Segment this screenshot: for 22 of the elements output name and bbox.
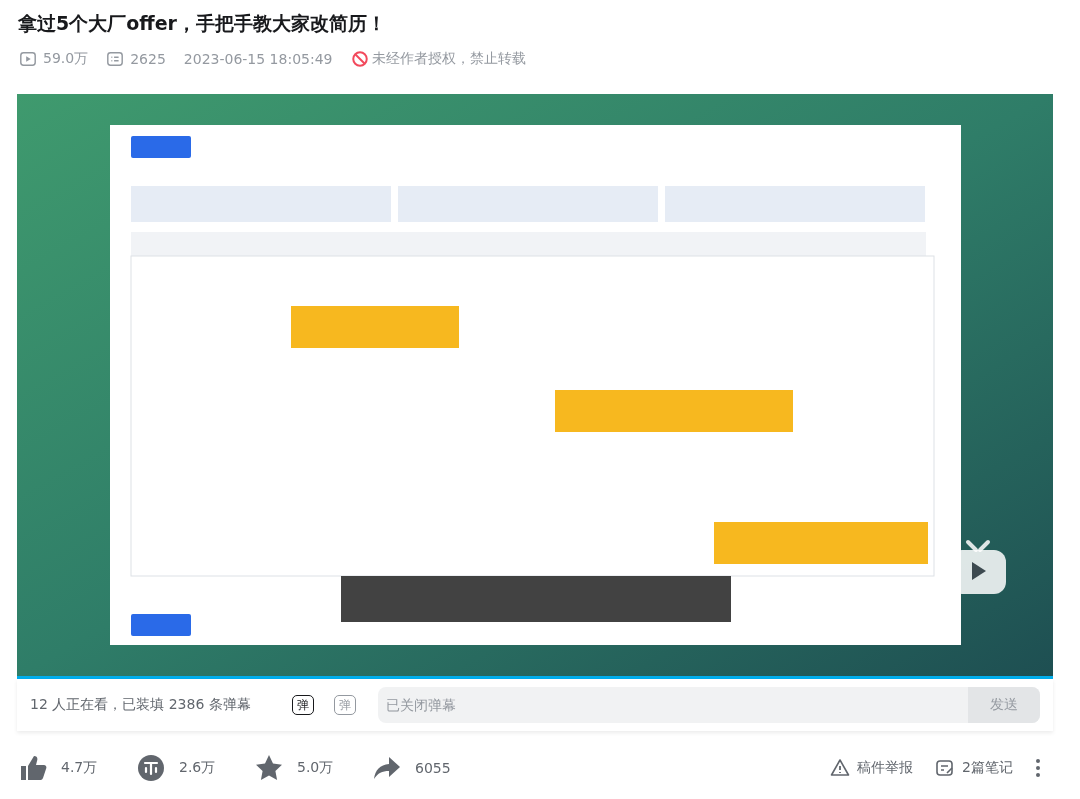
action-count: 2.6万 [179,759,217,777]
video-title: 拿过5个大厂offer，手把手教大家改简历！ [18,11,387,36]
star-icon[interactable] [255,754,283,782]
note-icon[interactable] [935,758,956,778]
play-icon [19,50,37,68]
danmaku-count: 2625 [130,51,166,67]
viewer-status: 12 人正在看，已装填 2386 条弹幕 [30,696,252,714]
coin-icon[interactable] [137,754,165,782]
action-label[interactable]: 稿件举报 [857,759,914,777]
copyright-notice: 未经作者授权，禁止转载 [371,50,526,68]
more-icon[interactable] [1035,758,1041,778]
action-count: 4.7万 [61,759,99,777]
thumbs-up-icon[interactable] [19,754,47,782]
danmaku-toggle-icon[interactable]: 弹 [292,695,314,715]
danmaku-icon [106,50,125,68]
view-count: 59.0万 [43,50,89,68]
prohibited-icon [350,50,369,68]
action-count: 6055 [415,760,452,776]
action-count: 5.0万 [297,759,335,777]
publish-date: 2023-06-15 18:05:49 [183,51,333,67]
warning-icon[interactable] [830,758,851,778]
action-label[interactable]: 2篇笔记 [962,759,1013,777]
